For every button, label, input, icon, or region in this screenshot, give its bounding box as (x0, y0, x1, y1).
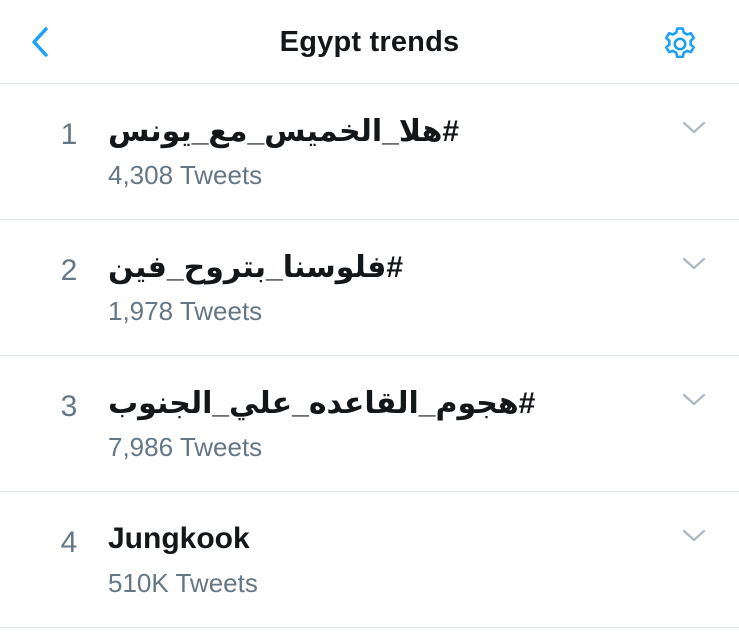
trend-tweet-count: 7,986 Tweets (108, 432, 263, 462)
trend-item[interactable]: 3 #هجوم_القاعده_علي_الجنوب 7,986 Tweets (0, 356, 739, 492)
chevron-down-icon (682, 121, 706, 134)
trend-item[interactable]: 4 Jungkook 510K Tweets (0, 492, 739, 628)
trend-tweet-count: 510K Tweets (108, 568, 258, 598)
trend-rank: 3 (60, 390, 78, 423)
chevron-down-icon (682, 393, 706, 406)
trend-tweet-count: 1,978 Tweets (108, 296, 263, 326)
trend-options-button[interactable] (680, 390, 708, 410)
trend-name: #هلا_الخميس_مع_يونس (108, 115, 460, 148)
settings-button[interactable] (658, 22, 702, 66)
trend-rank: 2 (60, 254, 78, 287)
trend-name: #هجوم_القاعده_علي_الجنوب (108, 387, 536, 420)
trend-item[interactable]: 2 #فلوسنا_بتروح_فين 1,978 Tweets (0, 220, 739, 356)
chevron-down-icon (682, 529, 706, 542)
trend-options-button[interactable] (680, 526, 708, 546)
trend-item[interactable]: 1 #هلا_الخميس_مع_يونس 4,308 Tweets (0, 84, 739, 220)
chevron-down-icon (682, 257, 706, 270)
trend-name: #فلوسنا_بتروح_فين (108, 251, 404, 284)
gear-icon (665, 27, 695, 59)
page-title: Egypt trends (279, 26, 460, 58)
trend-tweet-count: 4,308 Tweets (108, 160, 263, 190)
trend-name: Jungkook (108, 522, 250, 555)
trend-rank: 4 (60, 526, 78, 559)
trend-options-button[interactable] (680, 254, 708, 274)
top-bar: Egypt trends (0, 0, 739, 84)
trend-options-button[interactable] (680, 118, 708, 138)
trend-rank: 1 (60, 118, 78, 151)
